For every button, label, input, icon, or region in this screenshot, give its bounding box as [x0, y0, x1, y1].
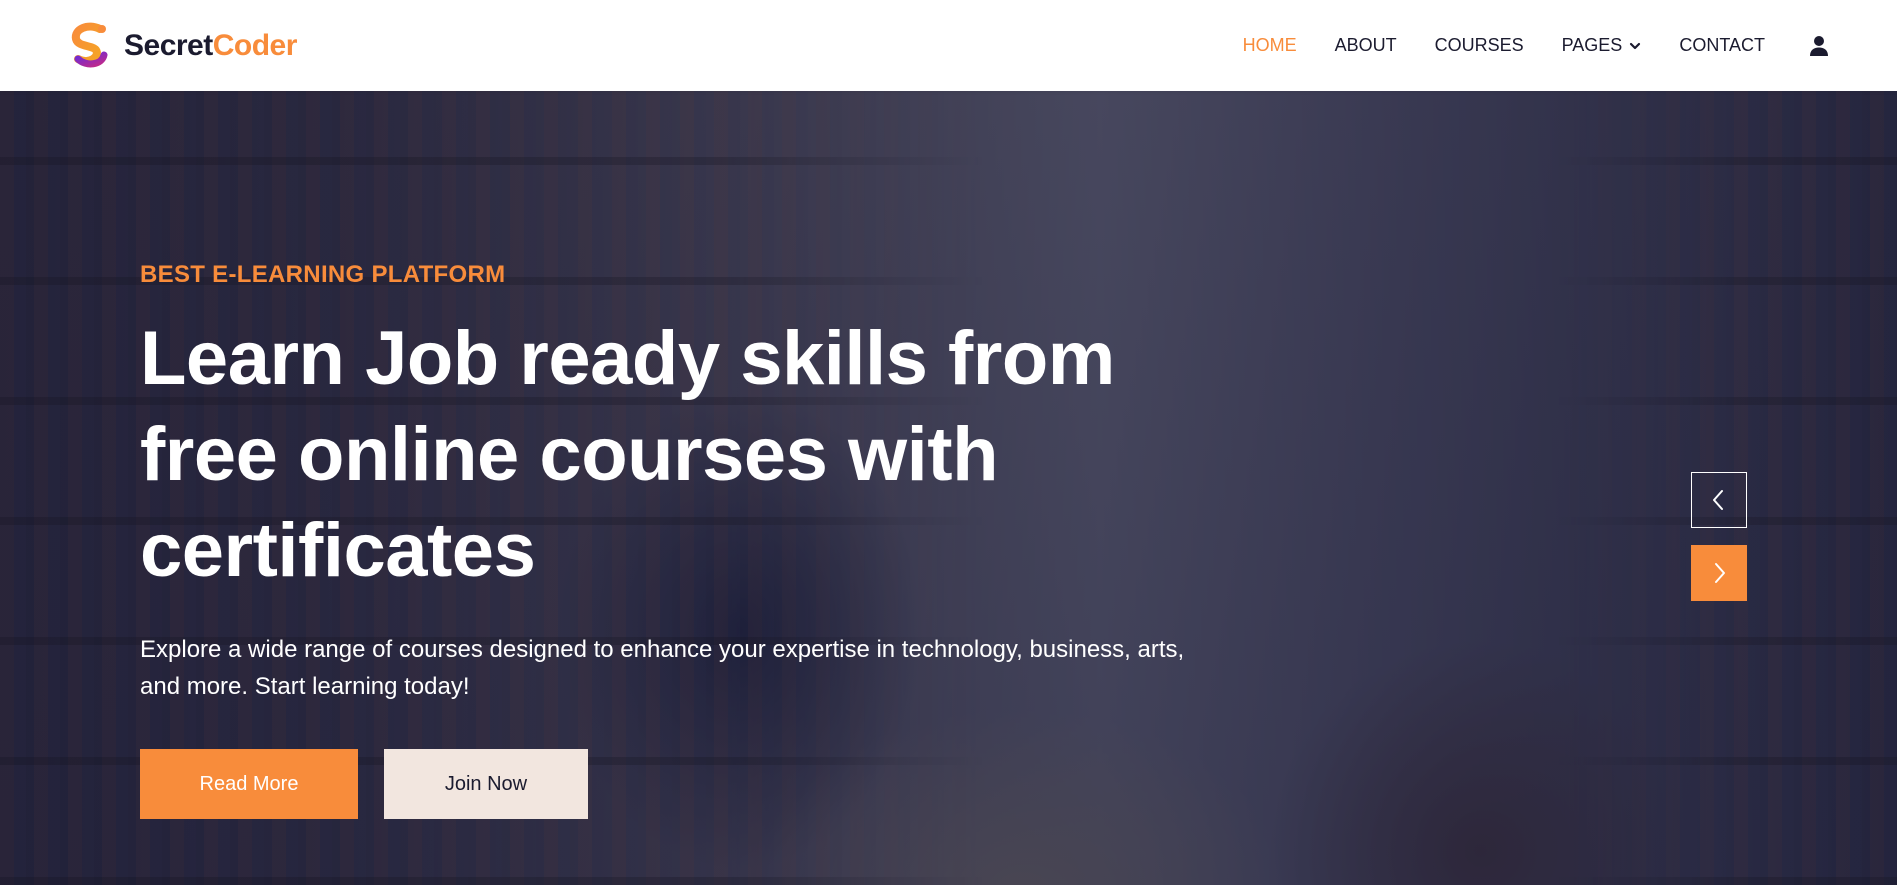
- main-nav: HOME ABOUT COURSES PAGES CONTACT: [1243, 35, 1829, 57]
- carousel-next-button[interactable]: [1691, 545, 1747, 601]
- nav-pages[interactable]: PAGES: [1562, 35, 1642, 56]
- read-more-button[interactable]: Read More: [140, 749, 358, 819]
- user-icon[interactable]: [1809, 35, 1829, 57]
- hero-banner: BEST E-LEARNING PLATFORM Learn Job ready…: [0, 91, 1897, 885]
- carousel-prev-button[interactable]: [1691, 472, 1747, 528]
- hero-content: BEST E-LEARNING PLATFORM Learn Job ready…: [140, 261, 1200, 819]
- brand-name-part2: Coder: [212, 28, 298, 62]
- nav-home[interactable]: HOME: [1243, 35, 1297, 56]
- nav-about[interactable]: ABOUT: [1335, 35, 1397, 56]
- nav-pages-label: PAGES: [1561, 35, 1623, 55]
- brand-logo-link[interactable]: SecretCoder: [62, 19, 297, 73]
- nav-courses[interactable]: COURSES: [1435, 35, 1524, 56]
- hero-button-row: Read More Join Now: [140, 749, 1200, 819]
- join-now-button[interactable]: Join Now: [384, 749, 588, 819]
- brand-name-part1: Secret: [124, 28, 213, 62]
- hero-eyebrow: BEST E-LEARNING PLATFORM: [140, 261, 506, 288]
- top-navbar: SecretCoder HOME ABOUT COURSES PAGES CON…: [0, 0, 1897, 91]
- hero-description: Explore a wide range of courses designed…: [140, 636, 1185, 700]
- chevron-down-icon: [1630, 42, 1641, 49]
- s-logo-icon: [71, 22, 108, 67]
- brand-name: SecretCoder: [124, 29, 297, 63]
- chevron-right-icon: [1715, 563, 1725, 583]
- hero-title: Learn Job ready skills from free online …: [140, 316, 1115, 593]
- nav-contact[interactable]: CONTACT: [1679, 35, 1765, 56]
- chevron-left-icon: [1713, 490, 1723, 510]
